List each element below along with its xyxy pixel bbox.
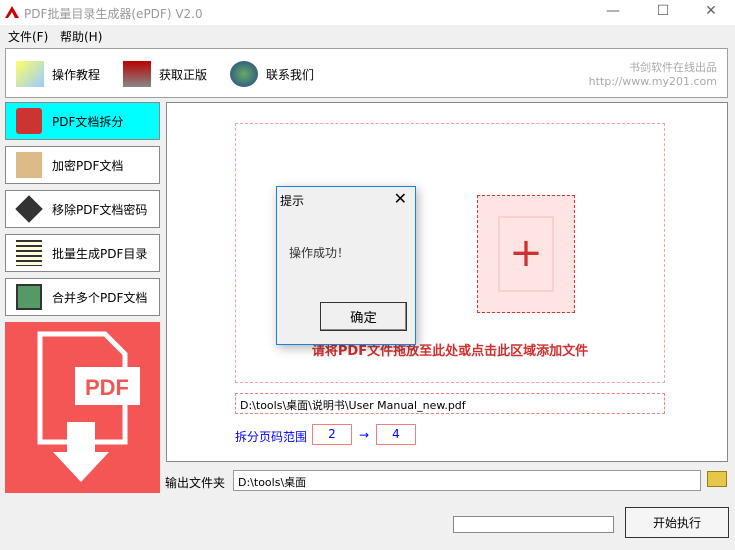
sidebar-item-merge[interactable]: 合并多个PDF文档 [5, 278, 160, 316]
sidebar-label: 合并多个PDF文档 [52, 290, 148, 305]
maximize-button[interactable]: ☐ [648, 3, 678, 19]
sidebar-item-remove-password[interactable]: 移除PDF文档密码 [5, 190, 160, 228]
menu-bar: 文件(F) 帮助(H) [0, 25, 735, 45]
dialog-ok-button[interactable]: 确定 [320, 302, 407, 331]
add-file-box[interactable]: + [477, 195, 575, 313]
progress-bar [453, 516, 614, 533]
plus-icon: + [498, 216, 554, 292]
tutorial-icon [16, 61, 44, 87]
pdf-logo-text: PDF [85, 375, 129, 400]
minimize-button[interactable]: — [598, 3, 628, 19]
file-path-field[interactable]: D:\tools\桌面\说明书\User Manual_new.pdf [235, 393, 665, 414]
sidebar-label: 移除PDF文档密码 [52, 202, 148, 217]
tutorial-button[interactable]: 操作教程 [16, 61, 100, 87]
brand-url[interactable]: http://www.my201.com [589, 75, 717, 89]
sidebar-item-split[interactable]: PDF文档拆分 [5, 102, 160, 140]
main-panel: + 请将PDF文件拖放至此处或点击此区域添加文件 D:\tools\桌面\说明书… [166, 102, 728, 462]
dialog-title: 提示 [280, 194, 305, 208]
brand-info: 书剑软件在线出品 http://www.my201.com [589, 61, 717, 89]
sidebar-item-toc[interactable]: 批量生成PDF目录 [5, 234, 160, 272]
brand-name: 书剑软件在线出品 [629, 61, 717, 74]
pdf-file-icon: PDF [37, 331, 140, 482]
dialog-close-button[interactable]: ✕ [394, 189, 407, 208]
unlock-icon [15, 195, 43, 223]
key-icon [16, 152, 42, 178]
users-icon [230, 61, 258, 87]
split-icon [16, 108, 42, 134]
window-title: PDF批量目录生成器(ePDF) V2.0 [24, 7, 203, 21]
menu-help[interactable]: 帮助(H) [60, 28, 102, 45]
output-folder-input[interactable]: D:\tools\桌面 [233, 470, 701, 491]
download-icon [123, 61, 151, 87]
tutorial-label: 操作教程 [52, 67, 101, 82]
title-bar: PDF批量目录生成器(ePDF) V2.0 — ☐ ✕ [0, 0, 735, 25]
arrow-icon: → [359, 428, 370, 442]
range-label: 拆分页码范围 [235, 430, 308, 444]
close-button[interactable]: ✕ [696, 3, 726, 19]
sidebar-label: 批量生成PDF目录 [52, 246, 148, 261]
pdf-illustration: PDF [5, 322, 160, 493]
dialog-message: 操作成功！ [289, 246, 350, 260]
output-folder-label: 输出文件夹 [165, 476, 226, 490]
sidebar-label: PDF文档拆分 [52, 114, 124, 129]
contact-button[interactable]: 联系我们 [230, 61, 314, 87]
contact-label: 联系我们 [266, 67, 315, 82]
folder-icon[interactable] [707, 471, 727, 487]
toolbar: 操作教程 获取正版 联系我们 书剑软件在线出品 http://www.my201.… [5, 48, 728, 98]
merge-icon [16, 284, 42, 310]
start-button[interactable]: 开始执行 [625, 507, 729, 538]
get-license-button[interactable]: 获取正版 [123, 61, 207, 87]
sidebar-label: 加密PDF文档 [52, 158, 124, 173]
get-license-label: 获取正版 [159, 67, 208, 82]
range-to-input[interactable]: 4 [376, 424, 416, 445]
message-dialog: 提示 ✕ 操作成功！ 确定 [276, 186, 416, 345]
range-from-input[interactable]: 2 [312, 424, 352, 445]
sidebar-item-encrypt[interactable]: 加密PDF文档 [5, 146, 160, 184]
app-logo-icon [5, 6, 19, 18]
menu-file[interactable]: 文件(F) [8, 28, 48, 45]
list-icon [16, 240, 42, 266]
